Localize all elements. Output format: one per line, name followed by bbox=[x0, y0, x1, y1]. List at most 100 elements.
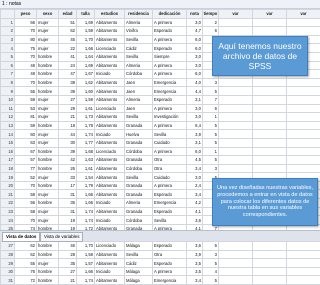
data-cell[interactable]: Córdoba bbox=[125, 164, 153, 173]
data-cell[interactable]: Iniciado bbox=[95, 216, 125, 225]
data-cell[interactable]: 51 bbox=[59, 18, 77, 27]
data-cell[interactable]: 70 bbox=[15, 181, 37, 190]
data-cell[interactable]: 44 bbox=[59, 130, 77, 139]
data-cell[interactable]: 3,6 bbox=[187, 216, 203, 225]
data-cell[interactable]: Abitamento bbox=[95, 113, 125, 122]
data-cell[interactable]: Emergencia bbox=[153, 87, 187, 96]
row-number[interactable]: 2 bbox=[1, 27, 15, 36]
data-cell[interactable]: 70 bbox=[15, 216, 37, 225]
data-cell[interactable]: Emergencia bbox=[153, 78, 187, 87]
data-cell[interactable]: hombre bbox=[37, 61, 59, 70]
row-number[interactable]: 3 bbox=[1, 35, 15, 44]
data-cell[interactable]: Emergencia bbox=[153, 276, 187, 285]
row-number[interactable]: 1 bbox=[1, 18, 15, 27]
data-cell[interactable]: mujer bbox=[37, 44, 59, 53]
data-cell[interactable] bbox=[219, 242, 253, 251]
table-row[interactable]: 1877hombre261,61AbitamentoCórdobaOtra3,4… bbox=[1, 164, 320, 173]
data-cell[interactable] bbox=[253, 130, 287, 139]
row-number[interactable]: 24 bbox=[1, 216, 15, 225]
data-cell[interactable]: 1,69 bbox=[77, 18, 95, 27]
data-cell[interactable]: 1,63 bbox=[77, 156, 95, 165]
data-cell[interactable] bbox=[219, 276, 253, 285]
data-cell[interactable]: 6 bbox=[203, 27, 219, 36]
row-number[interactable]: 13 bbox=[1, 121, 15, 130]
data-cell[interactable] bbox=[253, 18, 287, 27]
data-cell[interactable] bbox=[219, 259, 253, 268]
table-row[interactable]: 270mujer621,59AbitamentoVinifraEsperado4… bbox=[1, 27, 320, 36]
data-cell[interactable]: 5 bbox=[203, 121, 219, 130]
data-cell[interactable] bbox=[253, 164, 287, 173]
data-cell[interactable]: 3,0 bbox=[187, 61, 203, 70]
data-cell[interactable]: 5 bbox=[203, 87, 219, 96]
data-cell[interactable]: Abitamento bbox=[95, 87, 125, 96]
row-number[interactable]: 4 bbox=[1, 44, 15, 53]
data-cell[interactable]: Cádiz bbox=[125, 44, 153, 53]
data-cell[interactable] bbox=[287, 95, 320, 104]
data-cell[interactable]: 76 bbox=[15, 267, 37, 276]
data-cell[interactable]: 1,59 bbox=[77, 95, 95, 104]
data-cell[interactable]: 3,0 bbox=[187, 52, 203, 61]
data-cell[interactable] bbox=[287, 147, 320, 156]
data-cell[interactable]: Jaen bbox=[125, 104, 153, 113]
data-cell[interactable]: Abitamento bbox=[95, 27, 125, 36]
data-cell[interactable]: 38 bbox=[59, 78, 77, 87]
data-cell[interactable]: Esperado bbox=[153, 207, 187, 216]
data-cell[interactable]: 60 bbox=[15, 130, 37, 139]
data-cell[interactable] bbox=[253, 27, 287, 36]
data-cell[interactable]: 3 bbox=[203, 250, 219, 259]
data-cell[interactable]: mujer bbox=[37, 95, 59, 104]
data-cell[interactable]: mujer bbox=[37, 35, 59, 44]
table-row[interactable]: 1563mujer301,77AbitamentoGranadaCuidado3… bbox=[1, 138, 320, 147]
data-cell[interactable]: Abitamento bbox=[95, 181, 125, 190]
data-cell[interactable] bbox=[253, 87, 287, 96]
table-row[interactable]: 1757hombre421,63AbitamentoGranadaOtra4,5… bbox=[1, 156, 320, 165]
row-number[interactable]: 7 bbox=[1, 70, 15, 79]
data-cell[interactable] bbox=[253, 121, 287, 130]
data-cell[interactable]: Esperado bbox=[153, 259, 187, 268]
data-cell[interactable]: 31 bbox=[59, 190, 77, 199]
data-cell[interactable]: Granada bbox=[125, 207, 153, 216]
data-cell[interactable]: Granada bbox=[125, 121, 153, 130]
data-cell[interactable]: Córdoba bbox=[125, 70, 153, 79]
data-cell[interactable]: 4,0 bbox=[187, 78, 203, 87]
data-cell[interactable]: Investigación bbox=[153, 113, 187, 122]
data-cell[interactable]: mujer bbox=[37, 190, 59, 199]
data-cell[interactable]: 1,61 bbox=[77, 164, 95, 173]
data-cell[interactable]: 47 bbox=[59, 70, 77, 79]
data-cell[interactable]: 29 bbox=[59, 104, 77, 113]
data-cell[interactable]: 1,66 bbox=[77, 267, 95, 276]
data-cell[interactable] bbox=[287, 138, 320, 147]
data-cell[interactable]: Vinifra bbox=[125, 27, 153, 36]
data-cell[interactable]: Esperado bbox=[153, 95, 187, 104]
data-cell[interactable] bbox=[287, 113, 320, 122]
data-cell[interactable]: 1,60 bbox=[77, 87, 95, 96]
data-cell[interactable]: Otra bbox=[153, 164, 187, 173]
data-cell[interactable]: 66 bbox=[15, 18, 37, 27]
data-cell[interactable]: 1,66 bbox=[77, 44, 95, 53]
data-cell[interactable]: 4,2 bbox=[187, 199, 203, 208]
row-number[interactable]: 5 bbox=[1, 52, 15, 61]
data-cell[interactable]: Licenciado bbox=[95, 104, 125, 113]
data-cell[interactable] bbox=[253, 276, 287, 285]
data-cell[interactable]: 53 bbox=[15, 104, 37, 113]
data-cell[interactable]: 1,66 bbox=[77, 190, 95, 199]
data-cell[interactable]: 41 bbox=[59, 52, 77, 61]
row-number[interactable]: 9 bbox=[1, 87, 15, 96]
data-cell[interactable]: mujer bbox=[37, 207, 59, 216]
row-number[interactable]: 20 bbox=[1, 181, 15, 190]
data-cell[interactable]: Almeria bbox=[125, 199, 153, 208]
column-header[interactable]: nota bbox=[187, 10, 203, 19]
data-cell[interactable]: 3,4 bbox=[187, 190, 203, 199]
data-cell[interactable]: A primera bbox=[153, 121, 187, 130]
data-cell[interactable]: mujer bbox=[37, 18, 59, 27]
data-cell[interactable] bbox=[253, 138, 287, 147]
data-cell[interactable]: Granada bbox=[125, 181, 153, 190]
data-cell[interactable]: 5 bbox=[203, 259, 219, 268]
data-cell[interactable]: 6,0 bbox=[187, 44, 203, 53]
data-cell[interactable]: 1 bbox=[203, 147, 219, 156]
row-number[interactable]: 21 bbox=[1, 190, 15, 199]
data-cell[interactable]: Abitamento bbox=[95, 164, 125, 173]
table-row[interactable]: 1153mujer291,61LicenciadoJaenA primera3,… bbox=[1, 104, 320, 113]
data-cell[interactable]: 56 bbox=[15, 199, 37, 208]
data-cell[interactable]: hombre bbox=[37, 78, 59, 87]
